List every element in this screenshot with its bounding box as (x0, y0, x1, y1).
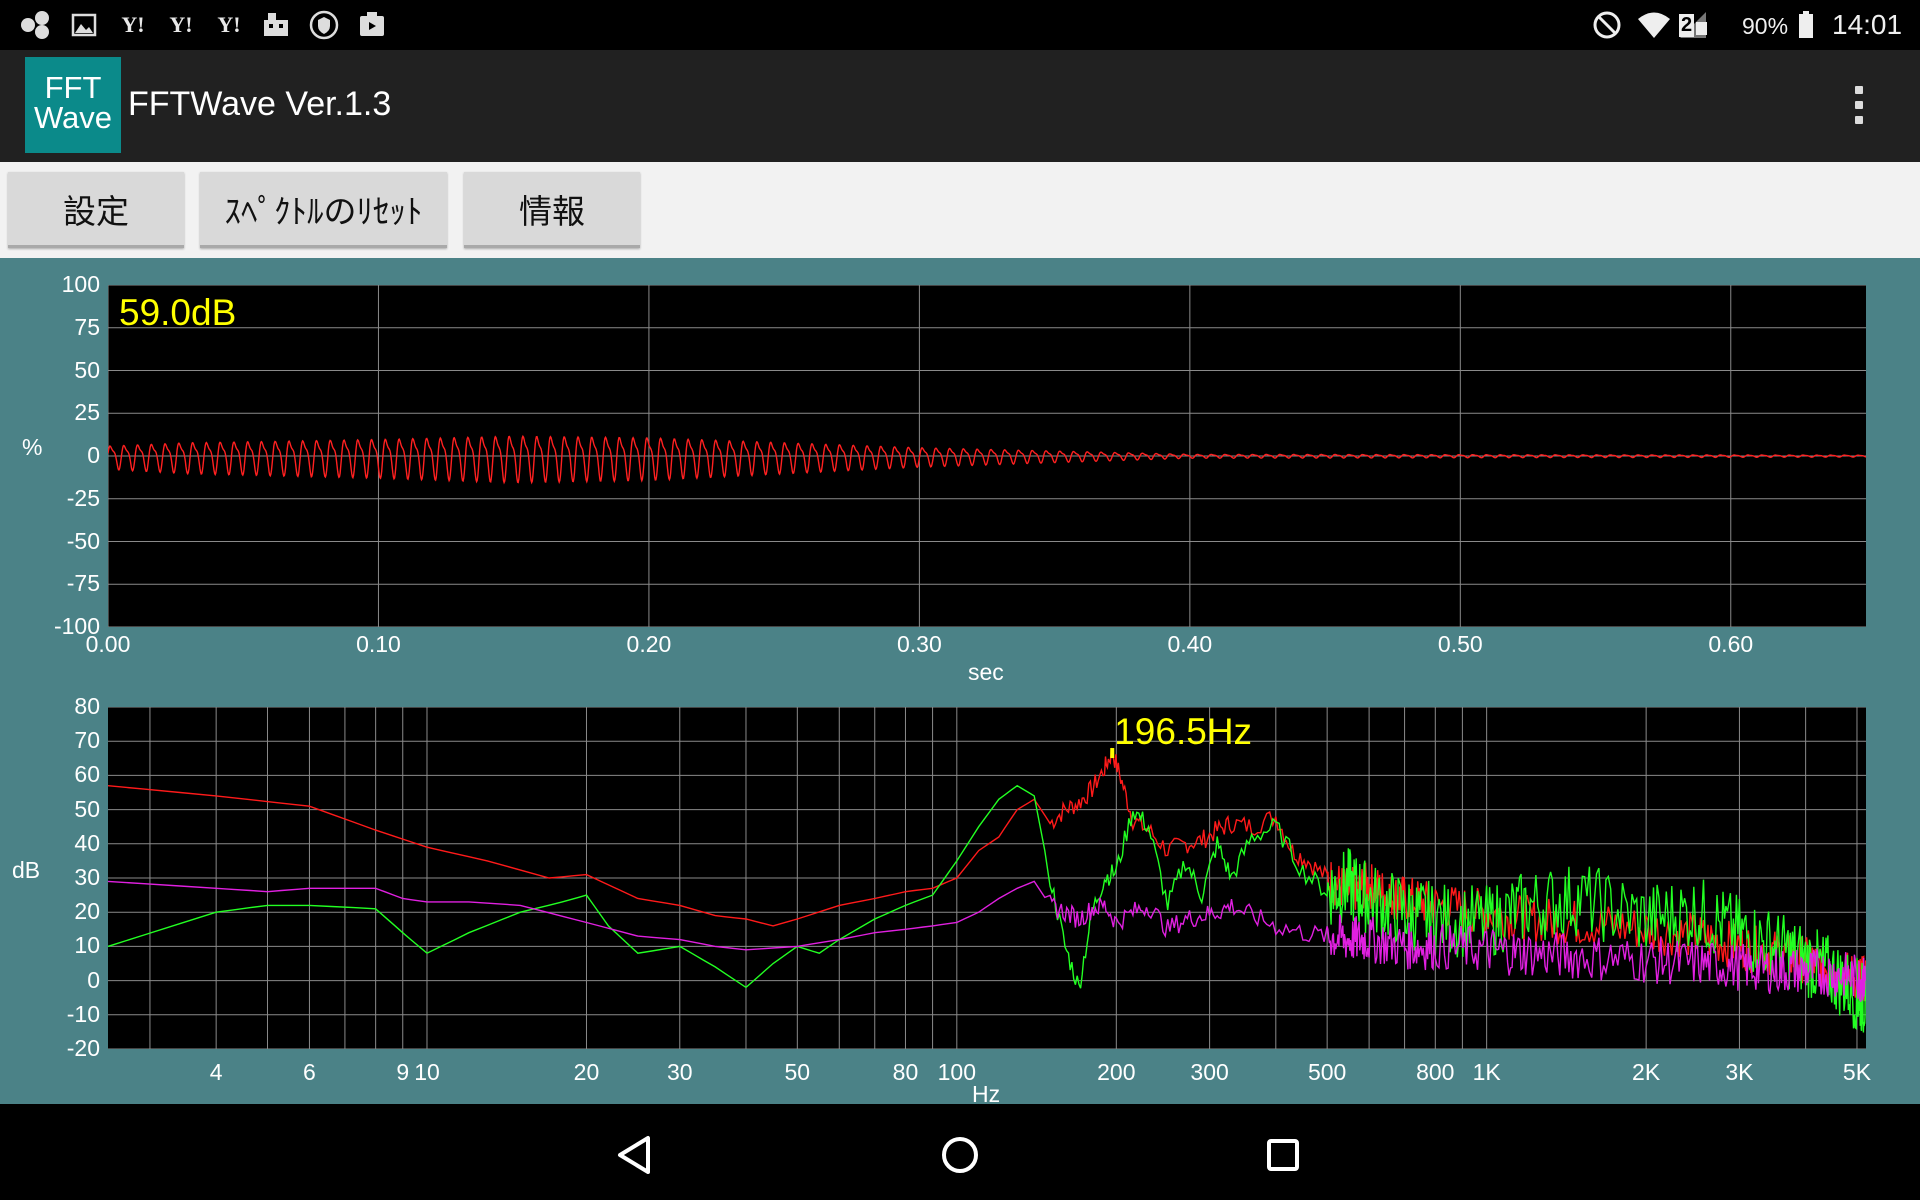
spectrum-x-tick: 50 (784, 1059, 811, 1085)
settings-button[interactable]: 設定 (8, 172, 184, 248)
waveform-y-tick: -25 (66, 484, 100, 511)
spectrum-plot: 196.5Hz (108, 707, 1866, 1049)
spectrum-y-tick: 10 (74, 932, 100, 959)
spectrum-x-tick: 10 (414, 1059, 440, 1085)
image-icon (71, 13, 97, 37)
status-bar: Y! Y! Y! 2 90% 14:01 (0, 0, 1920, 50)
spectrum-x-tick: 800 (1416, 1059, 1455, 1085)
yahoo-icon: Y! (169, 12, 193, 37)
spectrum-y-tick: 50 (74, 795, 100, 822)
yahoo-icon: Y! (217, 12, 241, 37)
spectrum-x-tick: 5K (1842, 1059, 1872, 1085)
spectrum-x-tick: 20 (573, 1059, 600, 1085)
spectrum-y-tick: 40 (74, 829, 100, 856)
hotel-icon (264, 13, 288, 36)
spectrum-x-tick: 80 (892, 1059, 919, 1085)
spectrum-x-tick: 3K (1725, 1059, 1754, 1085)
spectrum-y-tick: -10 (66, 1000, 100, 1027)
spectrum-x-tick: 300 (1190, 1059, 1229, 1085)
waveform-y-tick: 75 (74, 313, 100, 340)
waveform-plot: 59.0dB (108, 285, 1866, 627)
app-bar: FFT Wave FFTWave Ver.1.3 (0, 50, 1920, 162)
clock: 14:01 (1832, 9, 1903, 40)
recents-icon[interactable] (1258, 1130, 1308, 1180)
waveform-y-tick: -75 (66, 570, 100, 597)
spectrum-x-tick: 30 (666, 1059, 693, 1085)
spectrum-x-tick: 1K (1472, 1059, 1501, 1085)
spectrum-x-tick: 500 (1307, 1059, 1347, 1085)
app-logo: FFT Wave (25, 57, 121, 153)
reset-spectrum-button[interactable]: ｽﾍﾟｸﾄﾙのﾘｾｯﾄ (200, 172, 447, 248)
waveform-y-tick: 25 (74, 399, 100, 426)
logo-line-1: FFT (44, 70, 102, 105)
spectrum-y-label: dB (12, 857, 41, 883)
shield-icon (309, 10, 339, 40)
spectrum-x-tick: 4 (209, 1059, 223, 1085)
spectrum-x-tick: 9 (396, 1059, 410, 1085)
waveform-y-tick: -50 (66, 527, 100, 554)
spectrum-x-tick: 6 (303, 1059, 316, 1085)
peak-marker (1110, 748, 1115, 759)
spectrum-y-tick: 70 (74, 727, 100, 754)
waveform-x-tick: 0.30 (896, 631, 942, 657)
info-button[interactable]: 情報 (464, 172, 640, 248)
spectrum-y-tick: -20 (66, 1035, 100, 1061)
waveform-x-tick: 0.20 (626, 631, 672, 657)
waveform-x-tick: 0.60 (1708, 631, 1754, 657)
signal-badge: 2 (1679, 14, 1695, 37)
waveform-y-tick: 100 (61, 271, 100, 297)
spectrum-y-tick: 60 (74, 761, 100, 788)
toolbar: 設定 ｽﾍﾟｸﾄﾙのﾘｾｯﾄ 情報 (0, 162, 1920, 258)
clipboard-icon (360, 12, 384, 36)
battery-icon (1799, 11, 1813, 38)
app-title: FFTWave Ver.1.3 (128, 85, 392, 123)
spectrum-x-tick: 100 (937, 1059, 976, 1085)
spectrum-y-tick: 20 (74, 898, 100, 925)
waveform-x-tick: 0.10 (356, 631, 401, 657)
waveform-y-label: % (22, 434, 43, 460)
level-readout: 59.0dB (119, 292, 236, 333)
spectrum-x-tick: 2K (1632, 1059, 1661, 1085)
overflow-menu-icon[interactable] (1838, 80, 1878, 130)
spectrum-x-tick: 200 (1097, 1059, 1136, 1085)
yahoo-icon: Y! (121, 12, 145, 37)
spectrum-y-tick: 0 (87, 966, 100, 993)
spectrum-y-tick: 80 (74, 693, 100, 719)
waveform-y-tick: 50 (74, 356, 100, 383)
waveform-x-label: sec (968, 659, 1004, 685)
waveform-x-tick: 0.50 (1437, 631, 1483, 657)
wifi-icon (1638, 12, 1670, 38)
peak-frequency-readout: 196.5Hz (1114, 711, 1252, 752)
logo-line-2: Wave (33, 100, 113, 135)
back-icon[interactable] (612, 1130, 662, 1180)
home-icon[interactable] (935, 1130, 985, 1180)
do-not-disturb-icon (1593, 11, 1621, 39)
bubbles-icon (21, 11, 49, 39)
waveform-x-tick: 0.40 (1167, 631, 1213, 657)
navigation-bar (0, 1104, 1920, 1200)
battery-percent: 90% (1742, 13, 1789, 39)
waveform-x-tick: 0.00 (85, 631, 131, 657)
